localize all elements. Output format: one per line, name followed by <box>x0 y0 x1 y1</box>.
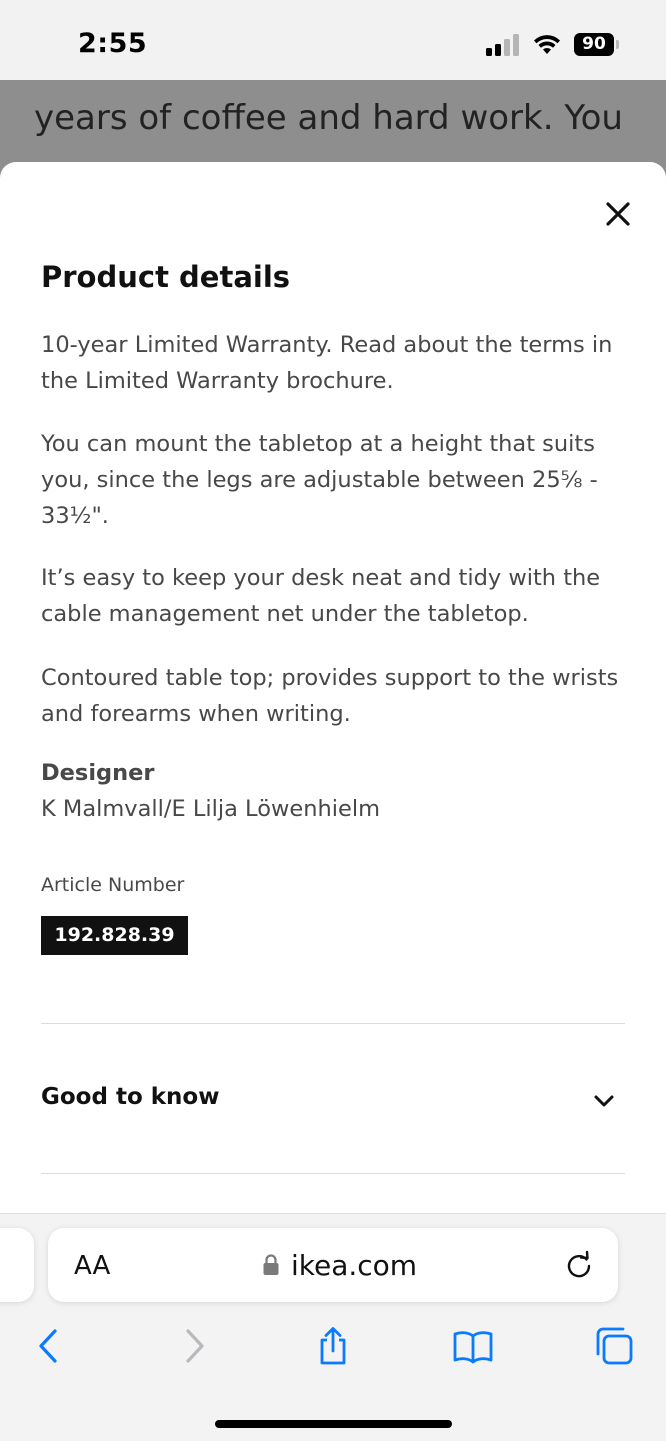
text-size-button[interactable]: AA <box>74 1251 110 1281</box>
reload-icon[interactable] <box>564 1250 594 1280</box>
forward-arrow-icon <box>186 1329 204 1363</box>
background-page-text: years of coffee and hard work. You <box>34 98 623 138</box>
back-arrow-icon <box>39 1329 57 1363</box>
height-paragraph: You can mount the tabletop at a height t… <box>41 431 598 529</box>
status-time: 2:55 <box>78 28 148 59</box>
back-button[interactable] <box>30 1326 70 1366</box>
previous-tab-preview[interactable] <box>0 1228 34 1302</box>
cellular-signal-icon <box>486 34 522 56</box>
cable-management-paragraph: It’s easy to keep your desk neat and tid… <box>41 565 601 627</box>
close-button[interactable] <box>598 194 638 234</box>
product-details-sheet: Product details 10-year Limited Warranty… <box>0 162 666 1215</box>
battery-indicator: 90 <box>574 33 614 56</box>
good-to-know-label: Good to know <box>41 1084 220 1110</box>
chevron-down-icon <box>594 1095 614 1107</box>
home-indicator[interactable] <box>215 1420 452 1428</box>
designer-name: K Malmvall/E Lilja Löwenhielm <box>41 796 380 822</box>
share-button[interactable] <box>313 1326 353 1366</box>
good-to-know-accordion[interactable]: Good to know <box>41 1062 625 1134</box>
divider <box>41 1173 625 1174</box>
status-bar: 2:55 90 <box>0 0 666 80</box>
lock-icon <box>263 1254 279 1275</box>
article-number-badge: 192.828.39 <box>41 916 188 955</box>
forward-button[interactable] <box>174 1326 214 1366</box>
url-domain[interactable]: ikea.com <box>291 1249 417 1282</box>
battery-nub <box>616 40 619 49</box>
warranty-paragraph: 10-year Limited Warranty. Read about the… <box>41 332 613 394</box>
share-icon <box>320 1327 346 1365</box>
close-icon <box>606 202 630 226</box>
sheet-title: Product details <box>41 260 291 294</box>
browser-toolbar: AA ikea.com <box>0 1213 666 1441</box>
address-bar[interactable]: AA ikea.com <box>48 1228 618 1302</box>
divider <box>41 1023 625 1024</box>
tabs-button[interactable] <box>594 1326 634 1366</box>
bookmarks-icon <box>453 1331 493 1364</box>
tabs-icon <box>596 1327 633 1365</box>
contoured-top-paragraph: Contoured table top; provides support to… <box>41 665 619 727</box>
bookmarks-button[interactable] <box>453 1326 493 1366</box>
wifi-icon <box>532 32 562 56</box>
article-number-label: Article Number <box>41 874 185 896</box>
designer-label: Designer <box>41 760 155 786</box>
